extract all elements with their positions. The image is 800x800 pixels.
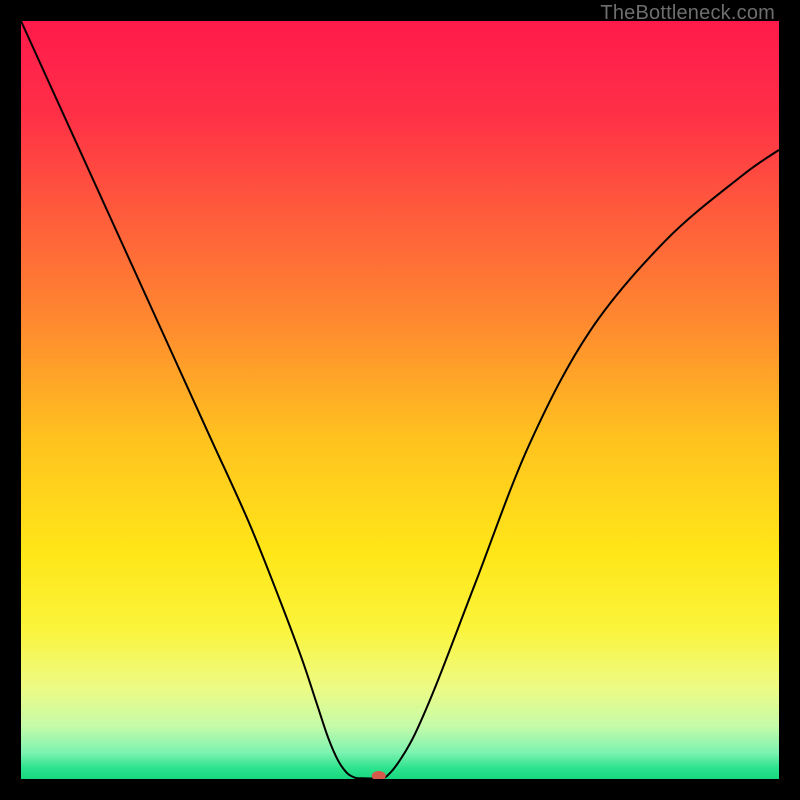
bottleneck-chart	[21, 21, 779, 779]
chart-background	[21, 21, 779, 779]
chart-frame: TheBottleneck.com	[0, 0, 800, 800]
